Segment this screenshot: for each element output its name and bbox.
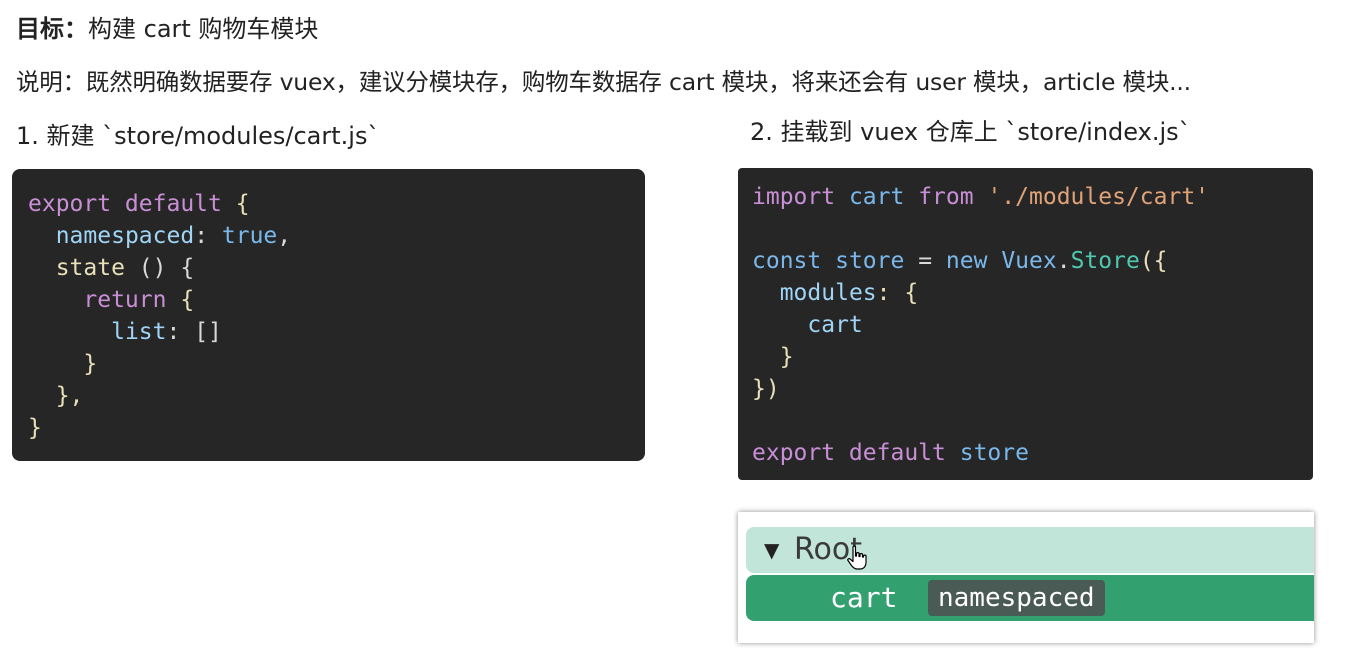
code-token: './modules/cart' xyxy=(987,184,1210,210)
code-line: import cart from './modules/cart' xyxy=(752,181,1313,213)
code-token: modules xyxy=(779,280,877,306)
code-token: state xyxy=(55,255,125,281)
code-line: } xyxy=(28,412,645,444)
code-line: cart xyxy=(752,309,1313,341)
root-module-row[interactable]: ▼ Root xyxy=(746,527,1314,573)
code-token: , xyxy=(277,223,292,249)
step2-heading: 2. 挂载到 vuex 仓库上 `store/index.js` xyxy=(750,118,1191,146)
title-text: 构建 cart 购物车模块 xyxy=(88,15,319,43)
code-line: namespaced: true, xyxy=(28,220,645,252)
hand-pointer-icon xyxy=(847,545,867,570)
description-text: 说明：既然明确数据要存 vuex，建议分模块存，购物车数据存 cart 模块，将… xyxy=(16,68,1191,96)
title-label: 目标： xyxy=(16,15,88,43)
code-token: } xyxy=(83,351,98,377)
code-token: : xyxy=(166,319,195,345)
code-token: Store xyxy=(1070,248,1140,274)
code-line: const store = new Vuex.Store({ xyxy=(752,245,1313,277)
code-line: }) xyxy=(752,373,1313,405)
code-line: state () { xyxy=(28,252,645,284)
code-line: } xyxy=(28,348,645,380)
namespaced-badge: namespaced xyxy=(928,580,1105,616)
code-token: { xyxy=(221,191,250,217)
code-token: namespaced xyxy=(55,223,195,249)
vuex-devtools-module-tree: ▼ Root cart namespaced xyxy=(738,512,1314,643)
cart-module-row[interactable]: cart namespaced xyxy=(746,575,1314,621)
code-token: } xyxy=(28,415,42,441)
code-token: }, xyxy=(55,383,84,409)
code-token: () { xyxy=(124,255,195,281)
code-token: export default xyxy=(28,191,222,217)
code-line: }, xyxy=(28,380,645,412)
code-token: ({ xyxy=(1139,248,1168,274)
code-token: return xyxy=(83,287,167,313)
code-token: store xyxy=(959,440,1029,466)
code-token: . xyxy=(1056,248,1071,274)
code-token: [] xyxy=(194,319,222,345)
page-title: 目标：构建 cart 购物车模块 xyxy=(16,13,318,45)
code-token: : { xyxy=(876,280,919,306)
step1-heading: 1. 新建 `store/modules/cart.js` xyxy=(16,122,380,150)
code-token: Vuex xyxy=(1001,248,1057,274)
code-token: cart xyxy=(848,184,905,210)
code-token: const xyxy=(752,248,822,274)
code-token: export default xyxy=(752,440,946,466)
expand-triangle-icon[interactable]: ▼ xyxy=(764,527,779,573)
code-token: } xyxy=(779,344,794,370)
code-token: list xyxy=(111,319,167,345)
code-token: import xyxy=(752,184,836,210)
code-line: } xyxy=(752,341,1313,373)
cart-module-code-block: export default { namespaced: true, state… xyxy=(12,169,645,461)
store-index-code-block: import cart from './modules/cart' const s… xyxy=(738,168,1313,480)
code-token: cart xyxy=(807,312,863,338)
code-token: store xyxy=(835,248,905,274)
code-line: modules: { xyxy=(752,277,1313,309)
code-token: { xyxy=(166,287,195,313)
code-token: = xyxy=(904,248,946,274)
code-token: : xyxy=(194,223,222,249)
code-token: from xyxy=(918,184,974,210)
code-line: return { xyxy=(28,284,645,316)
code-token: new xyxy=(945,248,988,274)
code-token: true xyxy=(221,223,278,249)
code-line: export default { xyxy=(28,188,645,220)
code-line: list: [] xyxy=(28,316,645,348)
cart-module-label: cart xyxy=(830,581,898,614)
code-token: }) xyxy=(752,376,780,402)
code-line: export default store xyxy=(752,437,1313,469)
